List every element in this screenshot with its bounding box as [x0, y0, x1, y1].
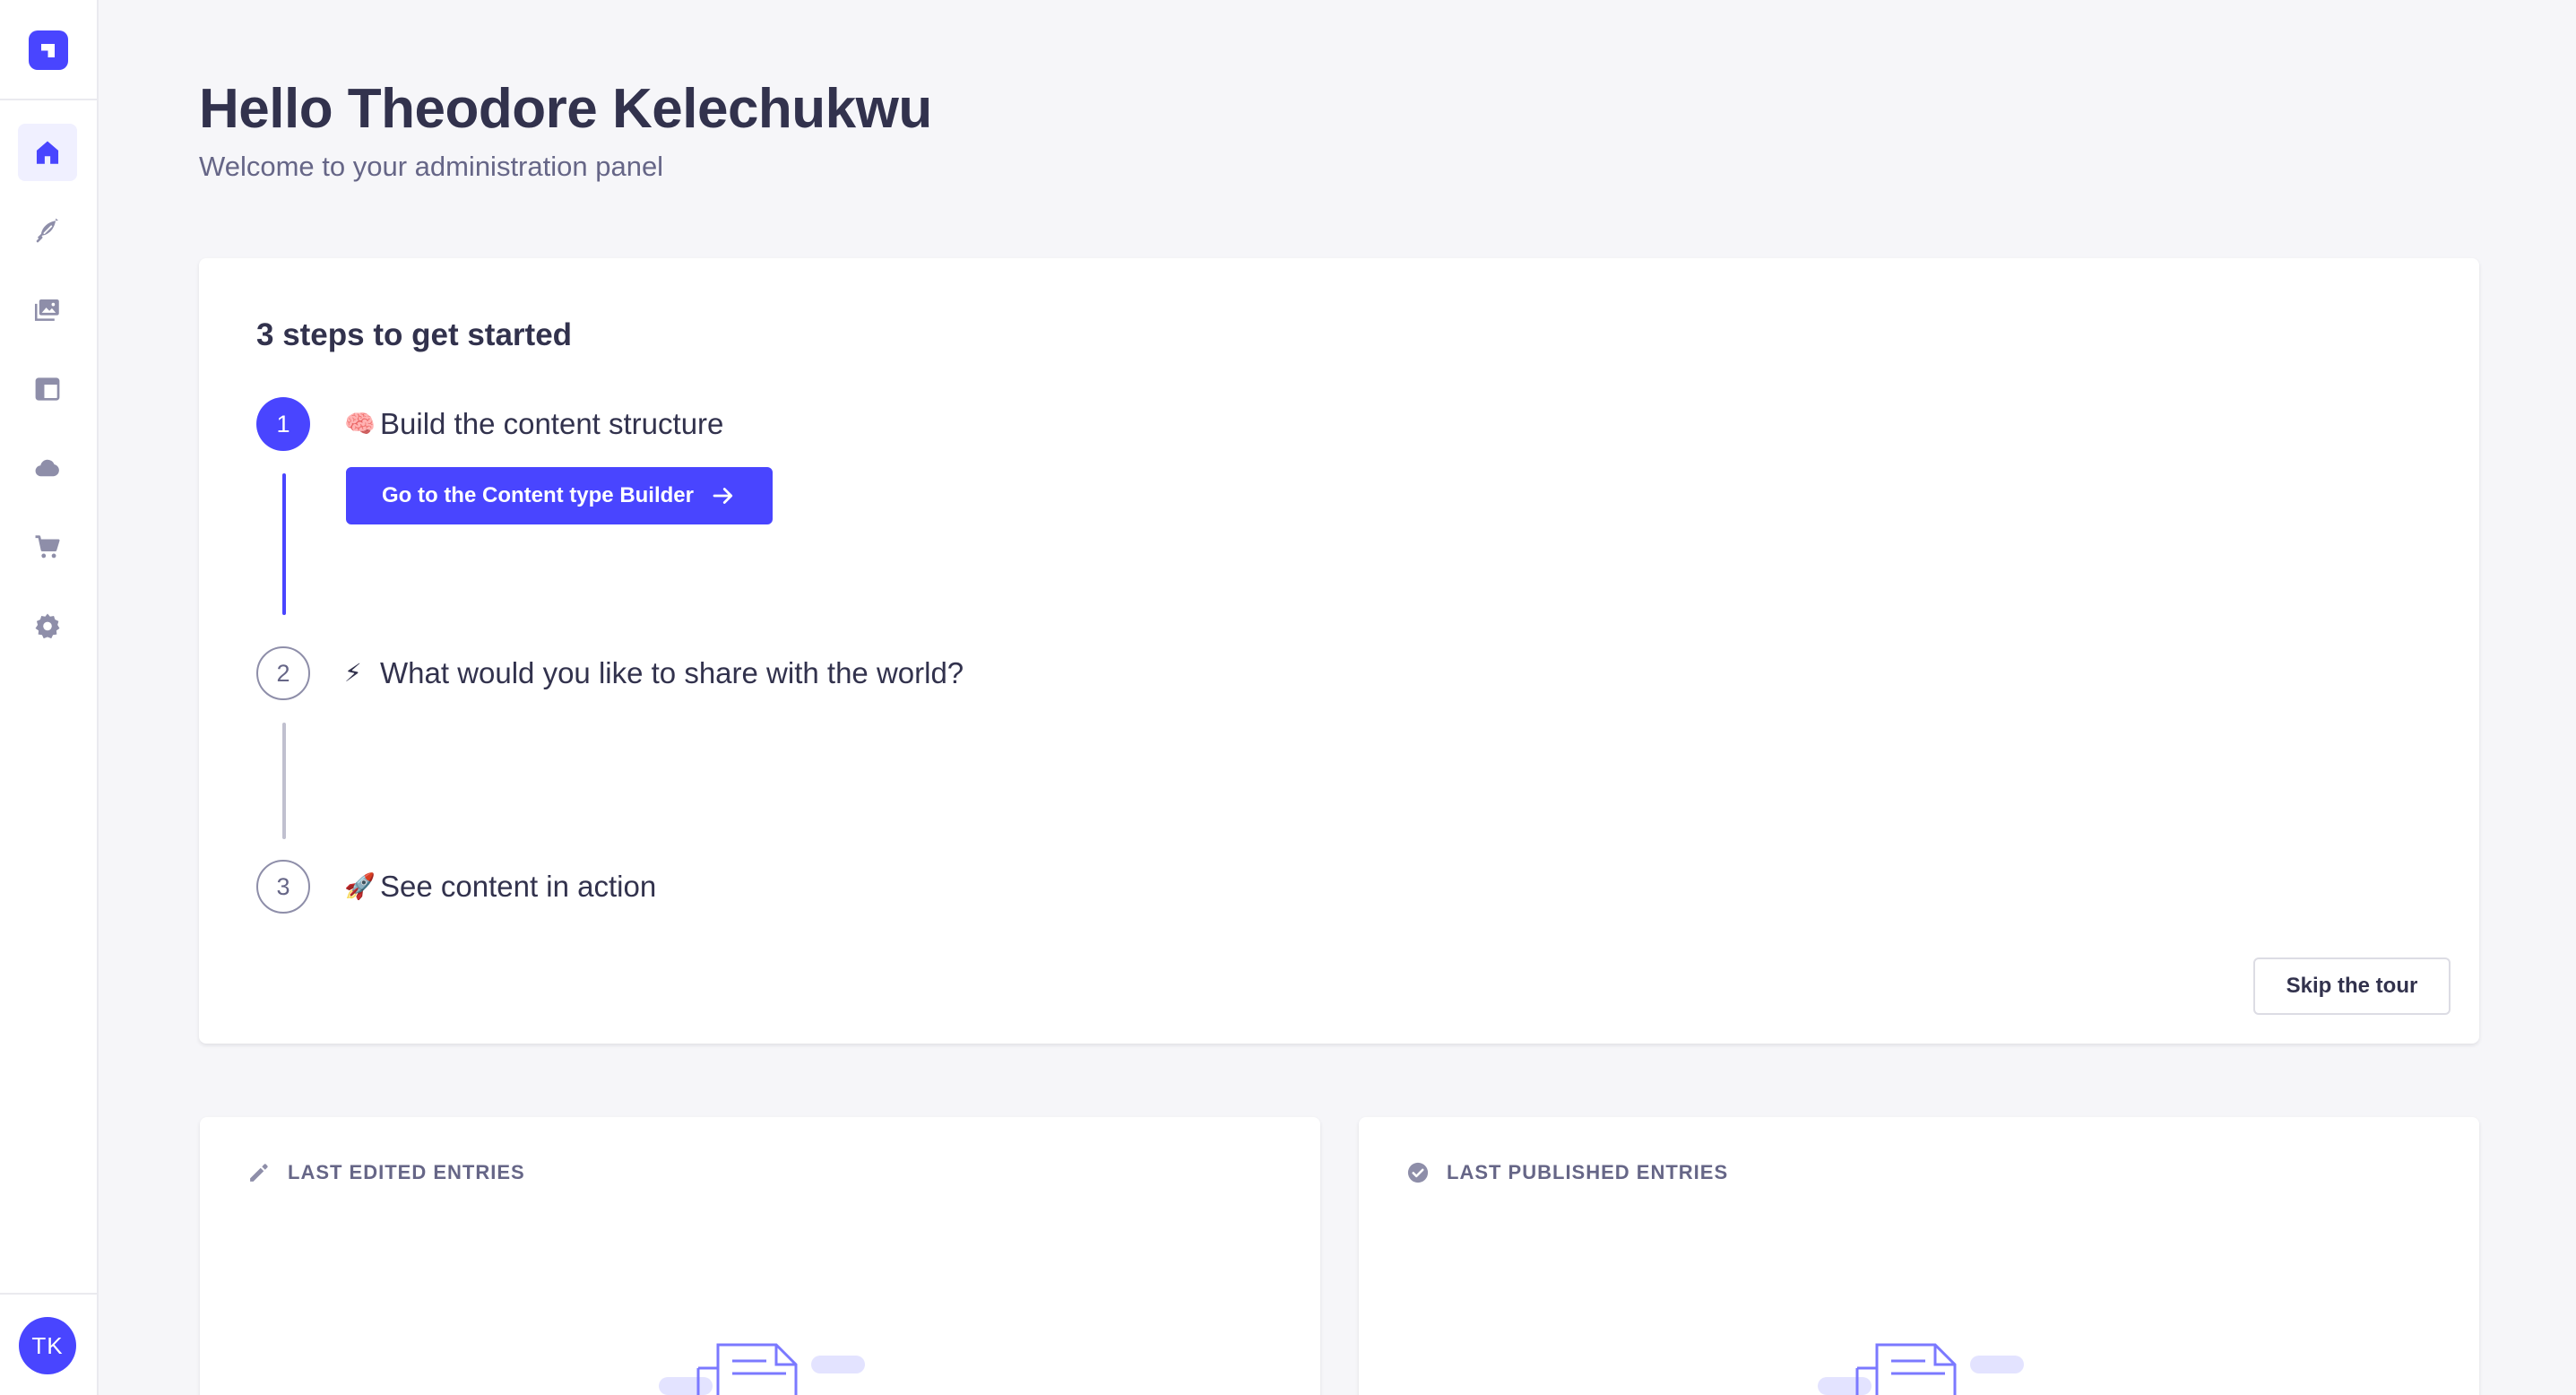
sidebar-item-cloud[interactable] — [18, 439, 77, 497]
page-subtitle: Welcome to your administration panel — [199, 151, 664, 182]
skip-tour-button[interactable]: Skip the tour — [2253, 957, 2451, 1015]
step-1-number: 1 — [256, 397, 310, 451]
step-2-connector — [282, 723, 286, 839]
cloud-icon — [35, 459, 59, 477]
cart-icon — [35, 535, 60, 559]
last-edited-entries-header: LAST EDITED ENTRIES — [246, 1160, 525, 1185]
step-3-label: See content in action — [380, 870, 657, 903]
page-title: Hello Theodore Kelechukwu — [199, 78, 932, 140]
sidebar-item-media-library[interactable] — [18, 282, 77, 339]
getting-started-title: 3 steps to get started — [256, 317, 573, 352]
layout-icon — [35, 377, 60, 401]
user-avatar[interactable]: TK — [19, 1317, 76, 1374]
app-root: TK Hello Theodore Kelechukwu Welcome to … — [0, 0, 2576, 1395]
last-published-entries-header: LAST PUBLISHED ENTRIES — [1405, 1160, 1728, 1185]
getting-started-card: 3 steps to get started 1 🧠 Build the con… — [199, 258, 2479, 1044]
sidebar-item-home[interactable] — [18, 124, 77, 181]
last-edited-entries-title: LAST EDITED ENTRIES — [288, 1161, 525, 1183]
sidebar-item-content-manager[interactable] — [18, 203, 77, 260]
step-2: ⚡ What would you like to share with the … — [344, 654, 964, 693]
home-icon — [36, 141, 59, 164]
sidebar-brand — [0, 0, 97, 100]
last-edited-entries-card: LAST EDITED ENTRIES — [200, 1117, 1320, 1395]
check-circle-icon — [1407, 1162, 1429, 1183]
rocket-emoji-icon: 🚀 — [344, 872, 376, 900]
empty-documents-illustration — [659, 1329, 874, 1395]
empty-documents-illustration — [1818, 1329, 2033, 1395]
sidebar-item-settings[interactable] — [18, 597, 77, 654]
last-published-entries-title: LAST PUBLISHED ENTRIES — [1447, 1161, 1729, 1183]
lightning-emoji-icon: ⚡ — [344, 659, 362, 687]
pencil-icon — [250, 1164, 268, 1182]
brain-emoji-icon: 🧠 — [344, 410, 376, 438]
go-to-content-type-builder-label: Go to the Content type Builder — [382, 483, 694, 507]
last-published-entries-card: LAST PUBLISHED ENTRIES — [1359, 1117, 2479, 1395]
step-3-number: 3 — [256, 860, 310, 914]
sidebar-footer: TK — [0, 1293, 97, 1395]
gear-icon — [35, 613, 60, 639]
step-2-number: 2 — [256, 646, 310, 700]
step-1: 🧠 Build the content structure — [344, 404, 723, 444]
arrow-right-icon — [713, 488, 733, 504]
sidebar-item-content-type-builder[interactable] — [18, 360, 77, 418]
sidebar-item-marketplace[interactable] — [18, 518, 77, 576]
sidebar: TK — [0, 0, 99, 1395]
feather-icon — [36, 218, 59, 243]
step-1-label: Build the content structure — [380, 407, 724, 440]
step-2-label: What would you like to share with the wo… — [380, 656, 964, 689]
images-icon — [34, 299, 59, 321]
go-to-content-type-builder-button[interactable]: Go to the Content type Builder — [346, 467, 773, 524]
strapi-logo-icon[interactable] — [29, 30, 68, 70]
step-1-connector — [282, 473, 286, 615]
step-3: 🚀 See content in action — [344, 867, 656, 906]
